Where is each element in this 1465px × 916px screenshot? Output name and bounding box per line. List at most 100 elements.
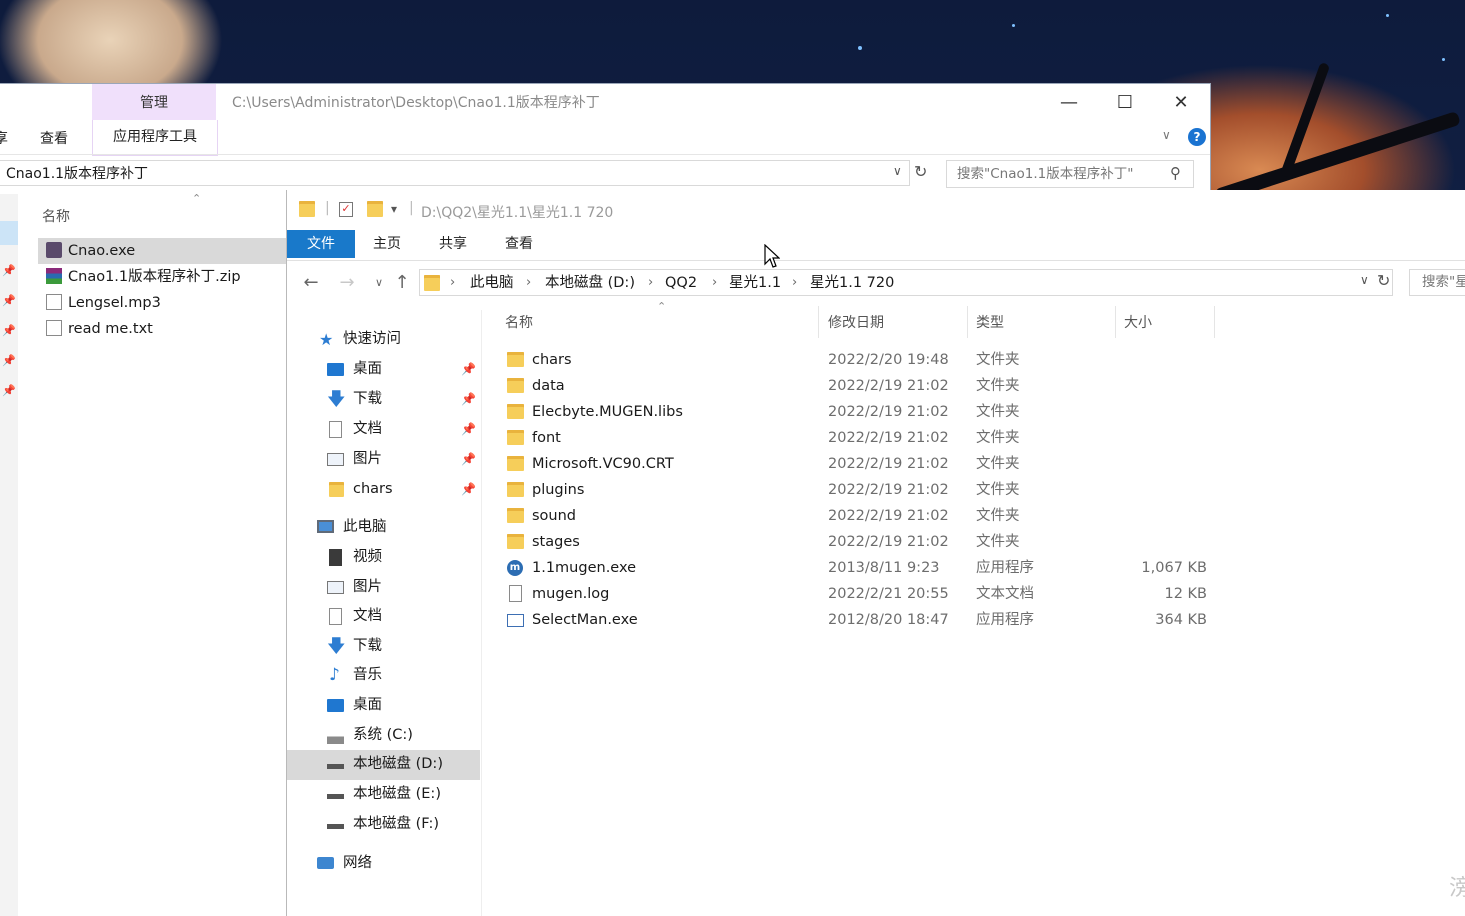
nav-quick-access[interactable]: ★ 快速访问 [287,325,480,354]
breadcrumb-item[interactable]: 星光1.1 [729,270,781,296]
chevron-down-icon[interactable]: ∨ [1162,128,1171,142]
file-row[interactable]: Microsoft.VC90.CRT 2022/2/19 21:02 文件夹 [507,451,1217,477]
chevron-right-icon[interactable]: › [450,270,455,296]
search-input[interactable]: 搜索"Cnao1.1版本程序补丁" [946,160,1194,188]
tab-app-tools[interactable]: 应用程序工具 [92,120,218,156]
recent-locations-icon[interactable]: ∨ [367,268,391,298]
back-arrow-icon[interactable]: ← [299,268,323,298]
file-row[interactable]: mugen.log 2022/2/21 20:55 文本文档 12 KB [507,581,1217,607]
column-divider[interactable] [1214,306,1215,338]
maximize-button[interactable]: ☐ [1100,88,1150,118]
nav-this-pc[interactable]: 此电脑 [287,513,480,542]
column-header-name[interactable]: 名称 [42,206,70,226]
nav-music[interactable]: ♪ 音乐 [287,661,480,690]
pin-icon[interactable]: 📌 [461,355,476,384]
sort-ascending-icon: ⌃ [657,300,667,313]
nav-documents-pc[interactable]: 文档 [287,602,480,631]
file-date: 2022/2/19 21:02 [828,508,949,524]
nav-drive-c[interactable]: 系统 (C:) [287,721,480,750]
nav-network[interactable]: 网络 [287,849,480,878]
list-item[interactable]: Cnao.exe [46,238,135,264]
nav-pictures-pc[interactable]: 图片 [287,573,480,602]
file-type: 文本文档 [976,586,1034,602]
file-size: 1,067 KB [1141,560,1207,576]
list-item[interactable]: Lengsel.mp3 [46,290,161,316]
properties-icon[interactable]: ✓ [339,202,353,217]
tab-file[interactable]: 文件 [287,230,355,258]
new-folder-icon[interactable] [367,201,383,217]
breadcrumb-item[interactable]: 此电脑 [470,270,514,296]
chevron-right-icon[interactable]: › [526,270,531,296]
file-type: 文件夹 [976,352,1020,368]
nav-desktop[interactable]: 桌面 📌 [287,355,480,384]
picture-icon [327,581,344,594]
file-type: 文件夹 [976,456,1020,472]
chevron-right-icon[interactable]: › [712,270,717,296]
column-divider[interactable] [967,306,968,338]
star-dot [1386,14,1389,17]
nav-documents[interactable]: 文档 📌 [287,415,480,444]
column-header-size[interactable]: 大小 [1124,312,1152,332]
file-row[interactable]: stages 2022/2/19 21:02 文件夹 [507,529,1217,555]
file-row[interactable]: plugins 2022/2/19 21:02 文件夹 [507,477,1217,503]
folder-icon [507,534,524,549]
nav-drive-f[interactable]: 本地磁盘 (F:) [287,810,480,839]
nav-drive-d[interactable]: 本地磁盘 (D:) [287,750,480,779]
file-row[interactable]: SelectMan.exe 2012/8/20 18:47 应用程序 364 K… [507,607,1217,633]
tab-home[interactable]: 主页 [373,230,401,258]
tab-view[interactable]: 查看 [505,230,533,258]
file-row[interactable]: Elecbyte.MUGEN.libs 2022/2/19 21:02 文件夹 [507,399,1217,425]
nav-drive-e[interactable]: 本地磁盘 (E:) [287,780,480,809]
tab-share[interactable]: 共享 [439,230,467,258]
chevron-down-icon[interactable]: ∨ [893,164,902,178]
star-dot [1012,24,1015,27]
close-button[interactable]: ✕ [1156,88,1206,118]
search-icon[interactable]: ⚲ [1170,164,1181,182]
file-row[interactable]: m 1.1mugen.exe 2013/8/11 9:23 应用程序 1,067… [507,555,1217,581]
column-header-date[interactable]: 修改日期 [828,312,884,332]
up-arrow-icon[interactable]: ↑ [390,268,414,298]
chevron-right-icon[interactable]: › [648,270,653,296]
file-row[interactable]: chars 2022/2/20 19:48 文件夹 [507,347,1217,373]
tab-share-partial[interactable]: 享 [0,128,8,148]
nav-desktop-pc[interactable]: 桌面 [287,691,480,720]
text-file-icon [509,585,522,602]
breadcrumb[interactable]: › 此电脑 › 本地磁盘 (D:) › QQ2 › 星光1.1 › 星光1.1 … [419,269,1393,296]
nav-pictures[interactable]: 图片 📌 [287,445,480,474]
pin-icon[interactable]: 📌 [461,415,476,444]
file-row[interactable]: data 2022/2/19 21:02 文件夹 [507,373,1217,399]
file-name: font [532,430,561,446]
chevron-right-icon[interactable]: › [792,270,797,296]
file-row[interactable]: font 2022/2/19 21:02 文件夹 [507,425,1217,451]
breadcrumb-item[interactable]: QQ2 [665,270,697,296]
pin-icon[interactable]: 📌 [461,385,476,414]
tab-manage[interactable]: 管理 [92,84,216,120]
column-header-name[interactable]: 名称 [505,312,533,332]
chevron-down-icon[interactable]: ∨ [1360,273,1369,287]
nav-downloads-pc[interactable]: 🡇 下载 [287,632,480,661]
nav-downloads[interactable]: 🡇 下载 📌 [287,385,480,414]
pin-icon[interactable]: 📌 [461,445,476,474]
file-row[interactable]: sound 2022/2/19 21:02 文件夹 [507,503,1217,529]
file-type: 文件夹 [976,508,1020,524]
column-divider[interactable] [1115,306,1116,338]
nav-videos[interactable]: 视频 [287,543,480,572]
minimize-button[interactable]: — [1044,88,1094,118]
column-divider[interactable] [818,306,819,338]
customize-toolbar-icon[interactable]: ▾ [391,202,397,216]
breadcrumb-item[interactable]: 星光1.1 720 [810,270,894,296]
address-bar[interactable]: Cnao1.1版本程序补丁 [0,160,910,186]
tab-view[interactable]: 查看 [40,128,68,148]
pin-icon[interactable]: 📌 [461,475,476,504]
list-item[interactable]: Cnao1.1版本程序补丁.zip [46,264,241,290]
nav-chars[interactable]: chars 📌 [287,475,480,504]
column-header-type[interactable]: 类型 [976,312,1004,332]
help-icon[interactable]: ? [1188,128,1206,146]
refresh-icon[interactable]: ↻ [1377,271,1390,290]
refresh-icon[interactable]: ↻ [914,162,927,181]
search-input[interactable]: 搜索"星 [1409,269,1465,296]
list-item[interactable]: read me.txt [46,316,153,342]
window-title: C:\Users\Administrator\Desktop\Cnao1.1版本… [232,95,600,111]
breadcrumb-item[interactable]: 本地磁盘 (D:) [545,270,635,296]
forward-arrow-icon[interactable]: → [335,268,359,298]
